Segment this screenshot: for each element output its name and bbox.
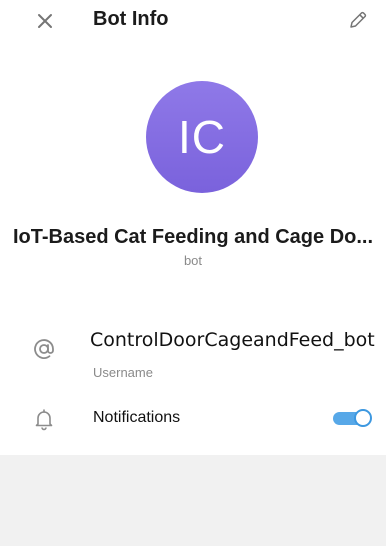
bell-icon xyxy=(31,406,57,432)
avatar[interactable]: IC xyxy=(146,81,258,193)
bot-subtitle: bot xyxy=(183,253,203,268)
notifications-toggle[interactable] xyxy=(333,409,372,427)
page-title: Bot Info xyxy=(93,8,169,30)
toggle-knob xyxy=(354,409,372,427)
close-icon xyxy=(38,14,52,28)
username-label: Username xyxy=(93,365,153,380)
notifications-label: Notifications xyxy=(93,409,181,426)
close-button[interactable] xyxy=(34,10,56,32)
edit-button[interactable] xyxy=(347,9,369,31)
bottom-section-background xyxy=(0,455,386,546)
at-icon xyxy=(31,336,57,362)
bot-name: IoT-Based Cat Feeding and Cage Do... xyxy=(12,226,374,248)
avatar-initials: IC xyxy=(178,111,226,163)
header-bar: Bot Info xyxy=(0,0,386,42)
username-value[interactable]: ControlDoorCageandFeed_bot xyxy=(90,329,375,351)
bot-info-screen: Bot Info IC IoT-Based Cat Feeding and Ca… xyxy=(0,0,386,546)
pencil-icon xyxy=(350,11,367,28)
